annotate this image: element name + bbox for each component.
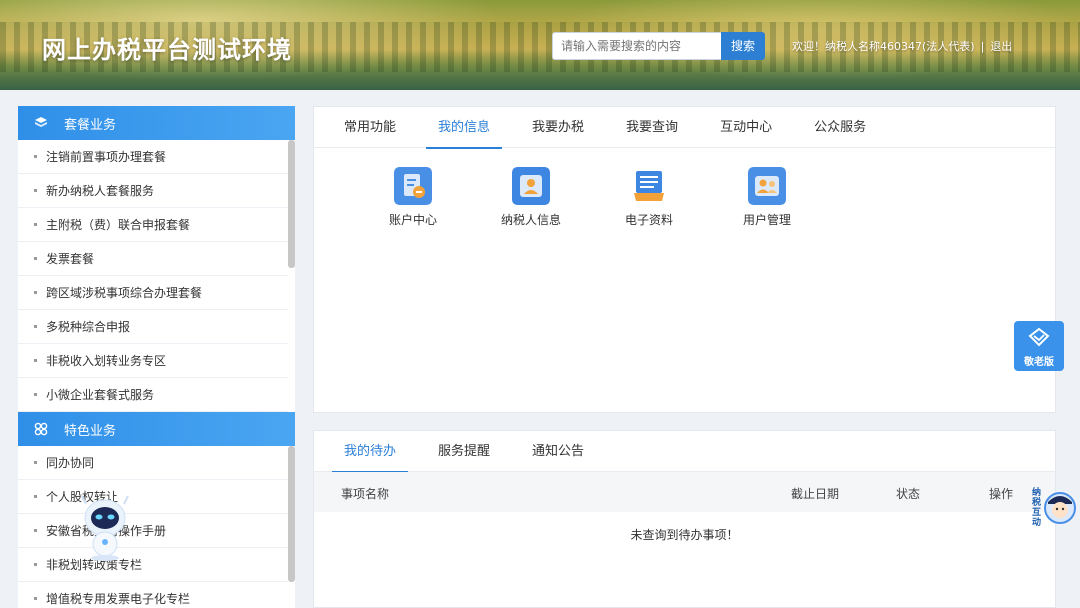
sidebar-item[interactable]: 小微企业套餐式服务 bbox=[18, 378, 288, 412]
app-e-document[interactable]: 电子资料 bbox=[590, 167, 708, 228]
sidebar-item[interactable]: 非税收入划转业务专区 bbox=[18, 344, 288, 378]
todo-tabs: 我的待办 服务提醒 通知公告 bbox=[314, 431, 1055, 473]
column-header: 截止日期 bbox=[791, 487, 840, 501]
section-title: 套餐业务 bbox=[64, 117, 117, 133]
sidebar-item[interactable]: 非税划转政策专栏 bbox=[18, 548, 288, 582]
info-panel: 常用功能 我的信息 我要办税 我要查询 互动中心 公众服务 账户中心 纳税人信息… bbox=[313, 106, 1056, 413]
column-header: 事项名称 bbox=[341, 487, 390, 501]
user-info: 欢迎！纳税人名称460347(法人代表) | 退出 bbox=[792, 38, 1012, 54]
handshake-icon bbox=[1028, 327, 1050, 347]
tab-tax-handling[interactable]: 我要办税 bbox=[520, 107, 596, 148]
tab-service-reminder[interactable]: 服务提醒 bbox=[426, 431, 502, 472]
e-document-icon bbox=[634, 171, 664, 201]
sidebar-list: 注销前置事项办理套餐 新办纳税人套餐服务 主附税（费）联合申报套餐 发票套餐 跨… bbox=[18, 140, 295, 412]
taxpayer-card-icon bbox=[512, 167, 550, 205]
sidebar-item[interactable]: 同办协同 bbox=[18, 446, 288, 480]
app-label: 账户中心 bbox=[388, 213, 437, 227]
account-doc-icon bbox=[394, 167, 432, 205]
sidebar-section-header[interactable]: 特色业务 bbox=[18, 412, 295, 446]
tab-query[interactable]: 我要查询 bbox=[614, 107, 690, 148]
tab-interaction[interactable]: 互动中心 bbox=[708, 107, 784, 148]
robot-mascot-icon[interactable] bbox=[80, 492, 130, 562]
cube-icon bbox=[35, 117, 47, 127]
sidebar-item[interactable]: 安徽省税务局操作手册 bbox=[18, 514, 288, 548]
sidebar: 套餐业务 注销前置事项办理套餐 新办纳税人套餐服务 主附税（费）联合申报套餐 发… bbox=[18, 106, 295, 608]
app-account-center[interactable]: 账户中心 bbox=[354, 167, 472, 228]
sidebar-item[interactable]: 增值税专用发票电子化专栏 bbox=[18, 582, 288, 608]
sidebar-item[interactable]: 主附税（费）联合申报套餐 bbox=[18, 208, 288, 242]
app-label: 用户管理 bbox=[742, 213, 791, 227]
search-button[interactable]: 搜索 bbox=[721, 32, 765, 60]
tab-notice[interactable]: 通知公告 bbox=[520, 431, 596, 472]
todo-table-header: 事项名称 截止日期 状态 操作 bbox=[314, 472, 1055, 512]
clover-icon bbox=[34, 422, 48, 436]
tab-my-todo[interactable]: 我的待办 bbox=[332, 431, 409, 473]
header-banner: 网上办税平台测试环境 搜索 欢迎！纳税人名称460347(法人代表) | 退出 bbox=[0, 0, 1080, 90]
app-grid: 账户中心 纳税人信息 电子资料 用户管理 bbox=[354, 167, 826, 228]
tab-common[interactable]: 常用功能 bbox=[332, 107, 408, 148]
tab-public-service[interactable]: 公众服务 bbox=[802, 107, 878, 148]
app-label: 电子资料 bbox=[624, 213, 673, 227]
elder-mode-label: 敬老版 bbox=[1024, 357, 1054, 368]
app-user-manage[interactable]: 用户管理 bbox=[708, 167, 826, 228]
site-title: 网上办税平台测试环境 bbox=[42, 36, 292, 64]
sidebar-item[interactable]: 发票套餐 bbox=[18, 242, 288, 276]
sidebar-item[interactable]: 多税种综合申报 bbox=[18, 310, 288, 344]
welcome-text: 欢迎！纳税人名称460347(法人代表) bbox=[792, 40, 975, 53]
user-manage-icon bbox=[748, 167, 786, 205]
sidebar-section-header[interactable]: 套餐业务 bbox=[18, 106, 295, 140]
assistant-widget[interactable]: 纳税互动 bbox=[1032, 484, 1076, 528]
sidebar-item[interactable]: 个人股权转让 bbox=[18, 480, 288, 514]
separator: | bbox=[980, 40, 985, 53]
elder-mode-button[interactable]: 敬老版 bbox=[1014, 321, 1064, 371]
sidebar-list: 同办协同 个人股权转让 安徽省税务局操作手册 非税划转政策专栏 增值税专用发票电… bbox=[18, 446, 295, 608]
app-taxpayer-info[interactable]: 纳税人信息 bbox=[472, 167, 590, 228]
scrollbar[interactable] bbox=[288, 446, 295, 582]
main-tabs: 常用功能 我的信息 我要办税 我要查询 互动中心 公众服务 bbox=[314, 107, 1055, 149]
app-label: 纳税人信息 bbox=[500, 213, 561, 227]
search-input[interactable] bbox=[552, 32, 722, 60]
sidebar-item[interactable]: 跨区域涉税事项综合办理套餐 bbox=[18, 276, 288, 310]
logout-link[interactable]: 退出 bbox=[990, 40, 1012, 53]
empty-message: 未查询到待办事项！ bbox=[630, 528, 739, 542]
sidebar-item[interactable]: 新办纳税人套餐服务 bbox=[18, 174, 288, 208]
column-header: 状态 bbox=[896, 487, 921, 501]
sidebar-item[interactable]: 注销前置事项办理套餐 bbox=[18, 140, 288, 174]
assistant-label: 纳税互动 bbox=[1032, 488, 1042, 528]
tab-my-info[interactable]: 我的信息 bbox=[426, 107, 503, 149]
section-title: 特色业务 bbox=[64, 423, 117, 439]
scrollbar[interactable] bbox=[288, 140, 295, 268]
todo-panel: 我的待办 服务提醒 通知公告 事项名称 截止日期 状态 操作 未查询到待办事项！ bbox=[313, 430, 1056, 608]
column-header: 操作 bbox=[989, 487, 1014, 501]
